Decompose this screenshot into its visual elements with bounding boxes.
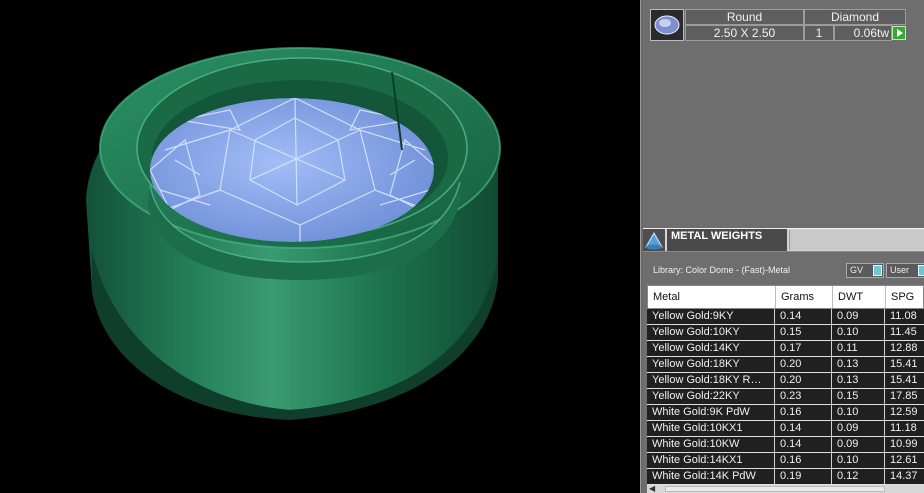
3d-viewport[interactable]: [0, 0, 640, 493]
metal-cell: Yellow Gold:18KY R…: [647, 373, 775, 388]
dome-icon: [643, 229, 665, 251]
dwt-cell: 0.11: [832, 341, 885, 356]
table-row[interactable]: White Gold:14K PdW 0.19 0.12 14.37: [647, 469, 924, 485]
dwt-cell: 0.12: [832, 469, 885, 484]
metal-weights-table: Metal Grams DWT SPG Yellow Gold:9KY 0.14 0…: [647, 285, 924, 485]
stone-bar: Round Diamond 2.50 X 2.50 1 0.06tw: [650, 9, 920, 43]
metal-weights-title: METAL WEIGHTS: [667, 229, 787, 251]
dwt-cell: 0.09: [832, 437, 885, 452]
dwt-cell: 0.10: [832, 453, 885, 468]
user-switch[interactable]: [918, 265, 924, 276]
grams-cell: 0.17: [775, 341, 832, 356]
user-toggle[interactable]: User: [886, 263, 924, 278]
table-row[interactable]: Yellow Gold:10KY 0.15 0.10 11.45: [647, 325, 924, 341]
stone-qty[interactable]: 1: [804, 25, 834, 41]
column-header-grams[interactable]: Grams: [776, 286, 833, 308]
metal-cell: White Gold:14K PdW: [647, 469, 775, 484]
metal-cell: Yellow Gold:22KY: [647, 389, 775, 404]
grams-cell: 0.14: [775, 309, 832, 324]
table-row[interactable]: White Gold:9K PdW 0.16 0.10 12.59: [647, 405, 924, 421]
table-header: Metal Grams DWT SPG: [647, 285, 924, 309]
metal-weights-header: METAL WEIGHTS: [643, 228, 924, 252]
stone-size[interactable]: 2.50 X 2.50: [685, 25, 804, 41]
grams-cell: 0.14: [775, 421, 832, 436]
round-stone-icon[interactable]: [650, 9, 684, 41]
grams-cell: 0.20: [775, 373, 832, 388]
metal-cell: Yellow Gold:18KY: [647, 357, 775, 372]
dwt-cell: 0.10: [832, 325, 885, 340]
metal-weights-tab-area: [789, 230, 924, 250]
gv-toggle[interactable]: GV: [846, 263, 884, 278]
table-row[interactable]: Yellow Gold:14KY 0.17 0.11 12.88: [647, 341, 924, 357]
metal-cell: Yellow Gold:10KY: [647, 325, 775, 340]
spg-cell: 14.37: [885, 469, 924, 484]
grams-cell: 0.16: [775, 453, 832, 468]
table-row[interactable]: Yellow Gold:18KY 0.20 0.13 15.41: [647, 357, 924, 373]
spg-cell: 11.08: [885, 309, 924, 324]
table-body: Yellow Gold:9KY 0.14 0.09 11.08 Yellow Gold:…: [647, 309, 924, 485]
grams-cell: 0.19: [775, 469, 832, 484]
table-row[interactable]: Yellow Gold:22KY 0.23 0.15 17.85: [647, 389, 924, 405]
dwt-cell: 0.09: [832, 421, 885, 436]
spg-cell: 17.85: [885, 389, 924, 404]
spg-cell: 15.41: [885, 373, 924, 388]
grams-cell: 0.23: [775, 389, 832, 404]
ring-model[interactable]: [0, 0, 640, 493]
dwt-cell: 0.15: [832, 389, 885, 404]
column-header-metal[interactable]: Metal: [648, 286, 776, 308]
grams-cell: 0.20: [775, 357, 832, 372]
column-header-dwt[interactable]: DWT: [833, 286, 886, 308]
stone-shape[interactable]: Round: [685, 9, 804, 25]
dwt-cell: 0.13: [832, 357, 885, 372]
table-row[interactable]: White Gold:10KX1 0.14 0.09 11.18: [647, 421, 924, 437]
spg-cell: 12.59: [885, 405, 924, 420]
table-row[interactable]: White Gold:10KW 0.14 0.09 10.99: [647, 437, 924, 453]
spg-cell: 12.61: [885, 453, 924, 468]
spg-cell: 11.45: [885, 325, 924, 340]
spg-cell: 11.18: [885, 421, 924, 436]
column-header-spg[interactable]: SPG: [886, 286, 924, 308]
metal-cell: White Gold:10KW: [647, 437, 775, 452]
grams-cell: 0.14: [775, 437, 832, 452]
spg-cell: 15.41: [885, 357, 924, 372]
horizontal-scrollbar[interactable]: ◀: [647, 485, 924, 493]
table-row[interactable]: Yellow Gold:9KY 0.14 0.09 11.08: [647, 309, 924, 325]
metal-cell: Yellow Gold:14KY: [647, 341, 775, 356]
metal-cell: Yellow Gold:9KY: [647, 309, 775, 324]
spg-cell: 10.99: [885, 437, 924, 452]
spg-cell: 12.88: [885, 341, 924, 356]
table-row[interactable]: Yellow Gold:18KY R… 0.20 0.13 15.41: [647, 373, 924, 389]
table-row[interactable]: White Gold:14KX1 0.16 0.10 12.61: [647, 453, 924, 469]
gv-switch[interactable]: [873, 265, 882, 276]
library-label: Library: Color Dome - (Fast)-Metal: [653, 265, 791, 275]
stone-type[interactable]: Diamond: [804, 9, 906, 25]
play-icon[interactable]: [892, 26, 906, 40]
dwt-cell: 0.09: [832, 309, 885, 324]
right-panel: Round Diamond 2.50 X 2.50 1 0.06tw METAL…: [643, 0, 924, 493]
grams-cell: 0.15: [775, 325, 832, 340]
scroll-left-icon[interactable]: ◀: [649, 485, 655, 493]
scroll-thumb[interactable]: [665, 486, 885, 492]
metal-cell: White Gold:14KX1: [647, 453, 775, 468]
dwt-cell: 0.10: [832, 405, 885, 420]
gv-label: GV: [850, 265, 864, 275]
user-label: User: [890, 265, 910, 275]
stone-weight[interactable]: 0.06tw: [834, 25, 892, 41]
metal-cell: White Gold:10KX1: [647, 421, 775, 436]
metal-cell: White Gold:9K PdW: [647, 405, 775, 420]
grams-cell: 0.16: [775, 405, 832, 420]
dwt-cell: 0.13: [832, 373, 885, 388]
